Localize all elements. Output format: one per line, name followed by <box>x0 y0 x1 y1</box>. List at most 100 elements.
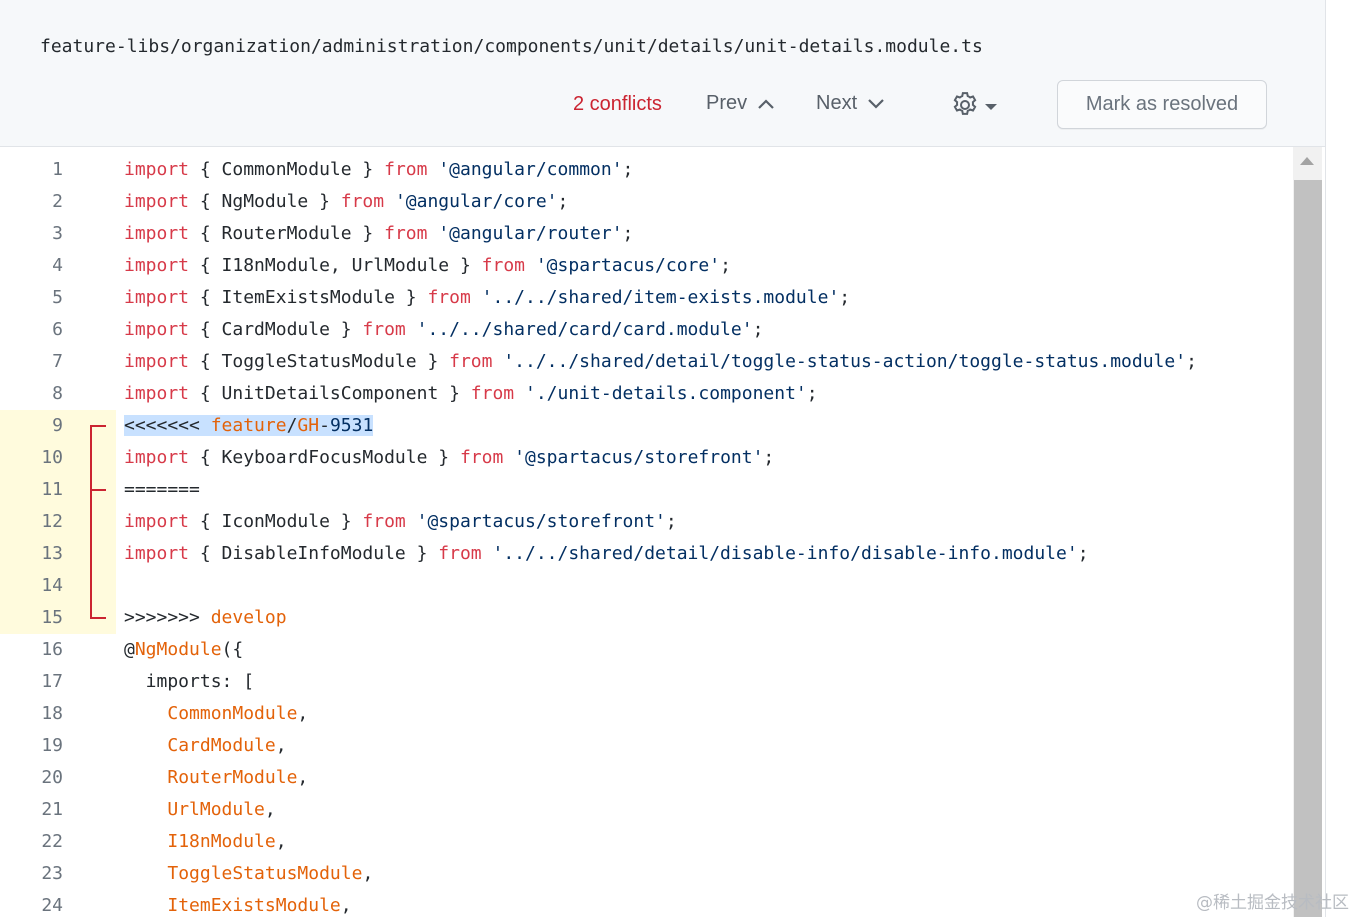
code-token: , <box>297 703 309 724</box>
code-token: '../../shared/detail/disable-info/disabl… <box>492 543 1078 564</box>
code-token: ; <box>806 383 818 404</box>
code-line: 20 RouterModule, <box>0 762 1292 794</box>
file-path: feature-libs/organization/administration… <box>40 36 983 57</box>
code-line: 9 <<<<<<< feature/GH-9531 <box>0 410 1292 442</box>
code-token: ======= <box>124 479 200 500</box>
code-text: import { NgModule } from '@angular/core'… <box>124 186 568 218</box>
code-editor[interactable]: 1 import { CommonModule } from '@angular/… <box>0 154 1292 917</box>
code-token: , <box>362 863 374 884</box>
code-text: import { CommonModule } from '@angular/c… <box>124 154 633 186</box>
code-token: ; <box>665 511 677 532</box>
code-token: 9531 <box>329 415 374 436</box>
code-token: , <box>275 735 287 756</box>
code-text: CardModule, <box>124 730 287 762</box>
next-label: Next <box>816 92 858 114</box>
code-line: 1 import { CommonModule } from '@angular/… <box>0 154 1292 186</box>
code-token: from <box>470 383 515 404</box>
code-token: ToggleStatusModule <box>167 863 363 884</box>
code-text: ======= <box>124 474 200 506</box>
code-token: , <box>275 831 287 852</box>
code-token: feature <box>210 415 287 436</box>
code-text: UrlModule, <box>124 794 275 826</box>
code-line: 14 <box>0 570 1292 602</box>
code-token: { DisableInfoModule } <box>189 543 439 564</box>
code-line: 13 import { DisableInfoModule } from '../… <box>0 538 1292 570</box>
chevron-up-icon <box>757 98 775 110</box>
chevron-down-icon <box>867 98 885 110</box>
code-text: import { ToggleStatusModule } from '../.… <box>124 346 1197 378</box>
code-token: '@spartacus/core' <box>535 255 721 276</box>
code-text: ItemExistsModule, <box>124 890 351 917</box>
code-token: >>>>>>> <box>124 607 211 628</box>
code-token: { NgModule } <box>189 191 341 212</box>
code-token: import <box>124 287 190 308</box>
code-token: { ItemExistsModule } <box>189 287 428 308</box>
code-token: - <box>319 415 330 436</box>
code-text: import { ItemExistsModule } from '../../… <box>124 282 850 314</box>
code-token: ({ <box>221 639 244 660</box>
conflict-count: 2 conflicts <box>573 93 662 115</box>
code-token: ; <box>720 255 731 276</box>
code-token: RouterModule <box>167 767 298 788</box>
code-text: >>>>>>> develop <box>124 602 287 634</box>
code-token: NgModule <box>134 639 222 660</box>
vertical-scrollbar[interactable] <box>1293 147 1322 917</box>
code-token: { IconModule } <box>189 511 363 532</box>
code-line: 7 import { ToggleStatusModule } from '../… <box>0 346 1292 378</box>
code-token: UrlModule <box>167 799 265 820</box>
code-token: ; <box>1186 351 1197 372</box>
conflict-bracket <box>90 425 106 619</box>
code-line: 21 UrlModule, <box>0 794 1292 826</box>
code-token: I18nModule <box>167 831 276 852</box>
code-token: ; <box>752 319 764 340</box>
code-text: import { CardModule } from '../../shared… <box>124 314 763 346</box>
code-token: ; <box>839 287 851 308</box>
code-line: 8 import { UnitDetailsComponent } from '.… <box>0 378 1292 410</box>
settings-menu-button[interactable] <box>950 90 998 125</box>
code-token: import <box>124 191 190 212</box>
code-token: CardModule <box>167 735 276 756</box>
code-token: ; <box>622 223 634 244</box>
code-text: <<<<<<< feature/GH-9531 <box>124 410 374 442</box>
code-token: { KeyboardFocusModule } <box>189 447 460 468</box>
mark-as-resolved-button[interactable]: Mark as resolved <box>1057 80 1267 129</box>
code-token: from <box>384 159 428 180</box>
code-text: imports: [ <box>124 666 254 698</box>
code-token: '../../shared/card/card.module' <box>416 319 753 340</box>
code-line: 2 import { NgModule } from '@angular/core… <box>0 186 1292 218</box>
code-token: from <box>427 287 471 308</box>
scroll-thumb[interactable] <box>1294 180 1322 917</box>
code-token: '@angular/router' <box>438 223 623 244</box>
code-token: from <box>481 255 525 276</box>
code-token: from <box>384 223 428 244</box>
code-line: 10 import { KeyboardFocusModule } from '@… <box>0 442 1292 474</box>
scroll-up-arrow-icon[interactable] <box>1300 157 1314 165</box>
conflict-markers <box>90 425 106 619</box>
code-token: '@spartacus/storefront' <box>514 447 764 468</box>
code-token: GH <box>297 415 320 436</box>
code-token: ; <box>557 191 569 212</box>
code-token: from <box>449 351 493 372</box>
code-token: import <box>124 383 190 404</box>
code-token: '@angular/common' <box>438 159 623 180</box>
code-token: { RouterModule } <box>189 223 385 244</box>
code-token: import <box>124 319 190 340</box>
code-token: ; <box>763 447 775 468</box>
code-line: 15 >>>>>>> develop <box>0 602 1292 634</box>
prev-conflict-button[interactable]: Prev <box>706 92 775 115</box>
code-token: ItemExistsModule <box>167 895 341 916</box>
code-token: ; <box>1077 543 1089 564</box>
code-token: from <box>362 511 406 532</box>
next-conflict-button[interactable]: Next <box>816 92 885 115</box>
